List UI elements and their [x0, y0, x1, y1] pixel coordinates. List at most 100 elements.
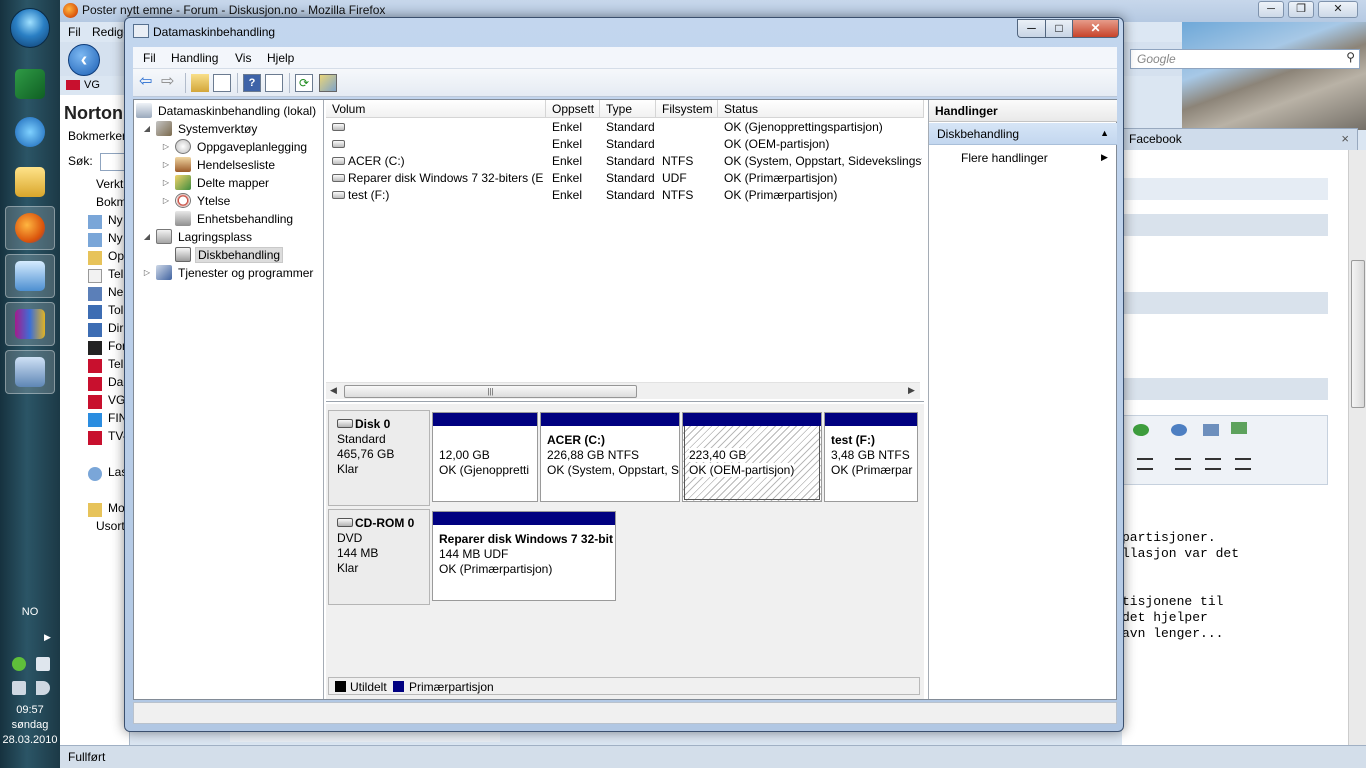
maximize-button[interactable]: □ [1045, 19, 1072, 38]
refresh-icon[interactable]: ⟳ [295, 74, 313, 92]
table-row[interactable]: Enkel Standard OK (Gjenopprettingspartis… [326, 119, 924, 136]
column-header-volume[interactable]: Volum [326, 100, 546, 118]
column-header-type[interactable]: Type [600, 100, 656, 118]
sidebar-item[interactable]: Tel [108, 267, 123, 281]
redo-icon[interactable] [1133, 424, 1149, 436]
window-titlebar[interactable]: Datamaskinbehandling ─ □ ✕ [125, 18, 1123, 44]
collapse-icon[interactable]: ◢ [142, 124, 152, 133]
tab-close-icon[interactable]: × [1341, 131, 1349, 146]
expand-icon[interactable]: ▷ [142, 268, 152, 277]
align-left-icon[interactable] [1175, 458, 1191, 470]
tree-item-task-scheduler[interactable]: ▷ Oppgaveplanlegging [161, 138, 309, 155]
sidebar-item[interactable]: VG [108, 393, 125, 407]
tab-facebook[interactable]: Facebook × [1122, 128, 1358, 150]
taskbar-computer-management-button[interactable] [5, 350, 55, 394]
expand-icon[interactable]: ▷ [161, 196, 171, 205]
partition-recovery[interactable]: 12,00 GB OK (Gjenoppretti [432, 412, 538, 502]
expand-icon[interactable]: ▷ [161, 160, 171, 169]
firefox-minimize-button[interactable]: ─ [1258, 1, 1284, 18]
sidebar-item[interactable]: Dir [108, 321, 123, 335]
taskbar-ie-button[interactable] [5, 110, 55, 154]
tree-item-services-and-applications[interactable]: ▷ Tjenester og programmer [142, 264, 315, 281]
tree-item-disk-management[interactable]: Diskbehandling [161, 246, 284, 263]
actions-section-disk-management[interactable]: Diskbehandling ▲ [929, 123, 1117, 145]
firefox-search-input[interactable]: Google ⚲ [1130, 49, 1360, 69]
align-center-icon[interactable] [1205, 458, 1221, 470]
scroll-right-icon[interactable]: ▶ [908, 385, 915, 396]
search-icon[interactable]: ⚲ [1346, 50, 1355, 64]
partition-repair-disk[interactable]: Reparer disk Windows 7 32-bit 144 MB UDF… [432, 511, 616, 601]
show-hide-action-pane-icon[interactable] [265, 74, 283, 92]
indent-icon[interactable] [1137, 458, 1153, 470]
tree-item-performance[interactable]: ▷ Ytelse [161, 192, 232, 209]
close-button[interactable]: ✕ [1072, 19, 1119, 38]
taskbar-explorer-button[interactable] [5, 160, 55, 204]
submenu-arrow-icon[interactable]: ▶ [1101, 152, 1108, 163]
menu-action[interactable]: Handling [171, 51, 218, 65]
taskbar-winrar-button[interactable] [5, 302, 55, 346]
sidebar-item[interactable]: Ne [108, 285, 123, 299]
tray-flag-icon[interactable] [36, 657, 50, 671]
sidebar-item[interactable]: Op [108, 249, 124, 263]
sidebar-item[interactable]: Ny [108, 231, 123, 245]
page-scrollbar-thumb[interactable] [1351, 260, 1365, 408]
more-actions-item[interactable]: Flere handlinger [961, 151, 1048, 165]
menu-file[interactable]: Fil [143, 51, 156, 65]
show-hide-tree-icon[interactable] [213, 74, 231, 92]
forward-arrow-icon[interactable]: ⇨ [161, 74, 179, 92]
tree-item-shared-folders[interactable]: ▷ Delte mapper [161, 174, 271, 191]
partition-oem[interactable]: 223,40 GB OK (OEM-partisjon) [682, 412, 822, 502]
page-scrollbar[interactable] [1348, 150, 1366, 745]
tree-item-system-tools[interactable]: ◢ Systemverktøy [142, 120, 259, 137]
horizontal-scrollbar-thumb[interactable]: ||| [344, 385, 637, 398]
tree-item-device-manager[interactable]: Enhetsbehandling [161, 210, 295, 227]
sidebar-item[interactable]: Da [108, 375, 123, 389]
volume-list-horizontal-scrollbar[interactable]: ◀ ||| ▶ [326, 382, 920, 399]
taskbar-excel-button[interactable] [5, 62, 55, 106]
partition-test-f[interactable]: test (F:) 3,48 GB NTFS OK (Primærpar [824, 412, 918, 502]
help-icon[interactable]: ? [243, 74, 261, 92]
upload-icon[interactable] [1231, 422, 1247, 434]
table-row[interactable]: ACER (C:) Enkel Standard NTFS OK (System… [326, 153, 924, 170]
disk-0-label[interactable]: Disk 0 Standard 465,76 GB Klar [328, 410, 430, 506]
firefox-close-button[interactable]: ✕ [1318, 1, 1358, 18]
table-row[interactable]: Enkel Standard OK (OEM-partisjon) [326, 136, 924, 153]
align-right-icon[interactable] [1235, 458, 1251, 470]
firefox-maximize-button[interactable]: ❐ [1288, 1, 1314, 18]
start-button[interactable] [10, 8, 50, 48]
cdrom-0-label[interactable]: CD-ROM 0 DVD 144 MB Klar [328, 509, 430, 605]
tray-volume-icon[interactable] [36, 681, 50, 695]
column-header-layout[interactable]: Oppsett [546, 100, 600, 118]
partition-acer-c[interactable]: ACER (C:) 226,88 GB NTFS OK (System, Opp… [540, 412, 680, 502]
back-arrow-icon[interactable]: ⇦ [139, 74, 157, 92]
minimize-button[interactable]: ─ [1017, 19, 1045, 38]
taskbar-control-panel-button[interactable] [5, 254, 55, 298]
sidebar-item[interactable]: Tel [108, 357, 123, 371]
language-indicator[interactable]: NO [0, 606, 60, 618]
firefox-menu-file[interactable]: Fil [68, 25, 81, 39]
menu-view[interactable]: Vis [235, 51, 251, 65]
tray-expand-icon[interactable]: ▶ [44, 632, 51, 643]
tree-item-event-viewer[interactable]: ▷ Hendelsesliste [161, 156, 277, 173]
sidebar-item[interactable]: Mo [108, 501, 125, 515]
sidebar-item[interactable]: Verkt [96, 177, 123, 191]
back-button[interactable]: ‹ [68, 44, 100, 76]
expand-icon[interactable]: ▷ [161, 142, 171, 151]
table-row[interactable]: Reparer disk Windows 7 32-biters (E:) En… [326, 170, 924, 187]
collapse-icon[interactable]: ◢ [142, 232, 152, 241]
download-icon[interactable] [1203, 424, 1219, 436]
bookmark-vg[interactable]: VG [84, 79, 100, 91]
table-row[interactable]: test (F:) Enkel Standard NTFS OK (Primær… [326, 187, 924, 204]
sidebar-item[interactable]: Tol [108, 303, 123, 317]
column-header-filesystem[interactable]: Filsystem [656, 100, 718, 118]
up-folder-icon[interactable] [191, 74, 209, 92]
help-icon[interactable] [1171, 424, 1187, 436]
sidebar-item[interactable]: Usort [96, 519, 125, 533]
sidebar-item[interactable]: Bokm [96, 195, 127, 209]
properties-icon[interactable] [319, 74, 337, 92]
collapse-icon[interactable]: ▲ [1100, 128, 1109, 138]
tray-network-icon[interactable] [12, 657, 26, 671]
sidebar-item[interactable]: Ny [108, 213, 123, 227]
column-header-status[interactable]: Status [718, 100, 924, 118]
tray-display-icon[interactable] [12, 681, 26, 695]
